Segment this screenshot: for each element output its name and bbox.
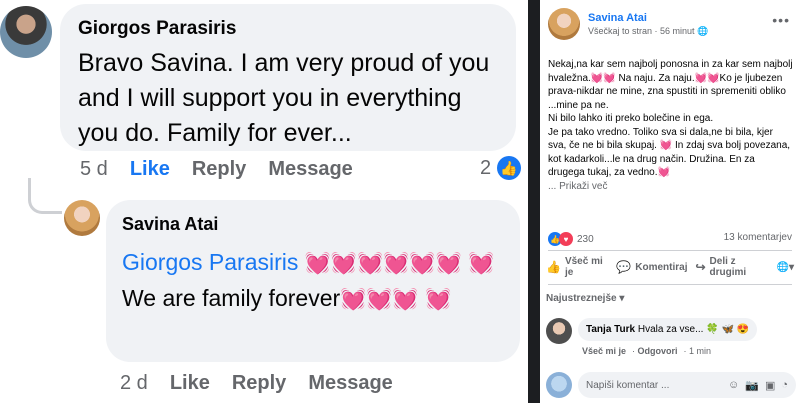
- comment-bubble: Tanja Turk Hvala za vse... 🍀 🦋 😍: [578, 318, 758, 341]
- post-header: Savina Atai Všečkaj to stran · 56 minut …: [548, 8, 708, 40]
- emoji-icon[interactable]: ☺: [728, 379, 739, 392]
- sticker-icon[interactable]: ◔: [781, 379, 788, 392]
- reply-button[interactable]: Reply: [192, 158, 246, 181]
- comment-icon: 💬: [616, 260, 632, 274]
- comment-actions: Všeč mi je · Odgovori · 1 min: [582, 346, 712, 356]
- chevron-down-icon: ▾: [619, 293, 625, 304]
- thread-connector: [28, 178, 62, 214]
- like-button[interactable]: Like: [170, 372, 210, 395]
- comment-bubble-giorgos: Giorgos Parasiris Bravo Savina. I am ver…: [60, 4, 516, 151]
- panel-divider: [528, 0, 540, 403]
- comment-author[interactable]: Tanja Turk: [586, 324, 635, 335]
- comment-label: Komentiraj: [635, 261, 688, 273]
- comments-count[interactable]: 13 komentarjev: [724, 232, 792, 243]
- post-paragraph: Nekaj,na kar sem najbolj ponosna in za k…: [548, 59, 793, 111]
- comment-author[interactable]: Giorgos Parasiris: [78, 18, 498, 40]
- more-options-icon[interactable]: •••: [772, 12, 790, 28]
- post-paragraph: Je pa tako vredno. Toliko sva si dala,ne…: [548, 126, 791, 179]
- globe-icon: 🌐: [776, 261, 789, 273]
- comment-text: Bravo Savina. I am very proud of you and…: [78, 49, 490, 147]
- like-label: Všeč mi je: [564, 256, 603, 278]
- comment-text: Giorgos Parasiris 💓💓💓💓💓💓 💓 We are family…: [122, 245, 504, 317]
- comment-reply-button[interactable]: Odgovori: [638, 346, 678, 356]
- message-button[interactable]: Message: [268, 158, 353, 181]
- sort-label: Najustreznejše: [546, 293, 617, 304]
- like-page-link[interactable]: Všečkaj to stran: [588, 26, 652, 36]
- comment-actions: 2 d Like Reply Message: [120, 372, 415, 395]
- post-meta: Všečkaj to stran · 56 minut 🌐: [588, 25, 709, 36]
- mention-link[interactable]: Giorgos Parasiris: [122, 249, 298, 275]
- like-post-button[interactable]: 👍 Všeč mi je: [546, 256, 608, 278]
- butterfly-emoji: 🦋: [721, 324, 734, 335]
- hearts-emoji: 💓💓💓💓💓💓: [304, 252, 462, 275]
- comment-time[interactable]: 5 d: [80, 158, 108, 181]
- post-author[interactable]: Savina Atai: [588, 12, 708, 24]
- camera-icon[interactable]: 📷: [745, 379, 759, 392]
- comment-time[interactable]: 2 d: [120, 372, 148, 395]
- comment-like-button[interactable]: Všeč mi je: [582, 346, 626, 356]
- reaction-count[interactable]: 2 👍: [480, 156, 522, 180]
- reaction-count-number: 2: [480, 156, 492, 179]
- audience-selector[interactable]: 🌐 ▾: [777, 262, 794, 273]
- message-button[interactable]: Message: [308, 372, 393, 395]
- comment-button[interactable]: 💬 Komentiraj: [616, 260, 687, 274]
- comment-input[interactable]: Napiši komentar ... ☺ 📷 ▣ ◔: [578, 372, 796, 398]
- comment-sort-dropdown[interactable]: Najustreznejše ▾: [546, 293, 624, 304]
- gif-icon[interactable]: ▣: [765, 379, 775, 392]
- comment-body: We are family forever: [122, 285, 341, 311]
- commenter-avatar[interactable]: [546, 318, 572, 344]
- reply-button[interactable]: Reply: [232, 372, 286, 395]
- comment-bubble-savina: Savina Atai Giorgos Parasiris 💓💓💓💓💓💓 💓 W…: [106, 200, 520, 362]
- thumbs-up-icon: 👍: [497, 156, 522, 180]
- comment-author[interactable]: Savina Atai: [122, 214, 504, 235]
- chevron-down-icon: ▾: [788, 261, 794, 273]
- heart-emoji: 💓: [468, 252, 495, 275]
- divider: [548, 250, 792, 251]
- reply-composer: Napiši komentar ... ☺ 📷 ▣ ◔: [546, 372, 796, 398]
- hearts-emoji: 💓💓💓: [340, 288, 419, 311]
- post-reactions[interactable]: 👍 ♥ 230: [548, 232, 594, 246]
- current-user-avatar: [546, 372, 572, 398]
- reaction-count: 230: [577, 233, 594, 245]
- divider: [548, 284, 792, 285]
- thumbs-up-icon: 👍: [546, 260, 561, 274]
- author-avatar[interactable]: [548, 8, 580, 40]
- heart-emoji: 💓: [424, 288, 452, 311]
- comment-actions: 5 d Like Reply Message: [80, 158, 375, 181]
- like-button[interactable]: Like: [130, 158, 170, 181]
- savina-avatar[interactable]: [64, 200, 100, 236]
- post-time[interactable]: 56 minut: [660, 26, 695, 36]
- zoomed-comment-thread: Giorgos Parasiris Bravo Savina. I am ver…: [0, 0, 528, 403]
- share-button[interactable]: ↪ Deli z drugimi: [695, 256, 768, 278]
- share-label: Deli z drugimi: [709, 256, 747, 278]
- clover-emoji: 🍀: [706, 324, 719, 335]
- post-actions: 👍 Všeč mi je 💬 Komentiraj ↪ Deli z drugimi …: [546, 256, 794, 278]
- globe-icon: 🌐: [697, 25, 709, 36]
- comment-placeholder: Napiši komentar ...: [586, 379, 670, 391]
- giorgos-avatar[interactable]: [0, 6, 52, 58]
- see-more-link[interactable]: ... Prikaži več: [548, 180, 794, 194]
- share-icon: ↪: [695, 260, 706, 274]
- post-body: Nekaj,na kar sem najbolj ponosna in za k…: [548, 58, 794, 193]
- comment-text: Hvala za vse...: [637, 324, 704, 335]
- comment-time[interactable]: 1 min: [689, 346, 711, 356]
- heart-eyes-emoji: 😍: [736, 324, 750, 335]
- love-reaction-icon: ♥: [559, 232, 573, 246]
- post-paragraph: Ni bilo lahko iti preko bolečine in ega.: [548, 113, 714, 124]
- post-panel: Savina Atai Všečkaj to stran · 56 minut …: [540, 0, 800, 403]
- comment-item: Tanja Turk Hvala za vse... 🍀 🦋 😍: [546, 318, 758, 344]
